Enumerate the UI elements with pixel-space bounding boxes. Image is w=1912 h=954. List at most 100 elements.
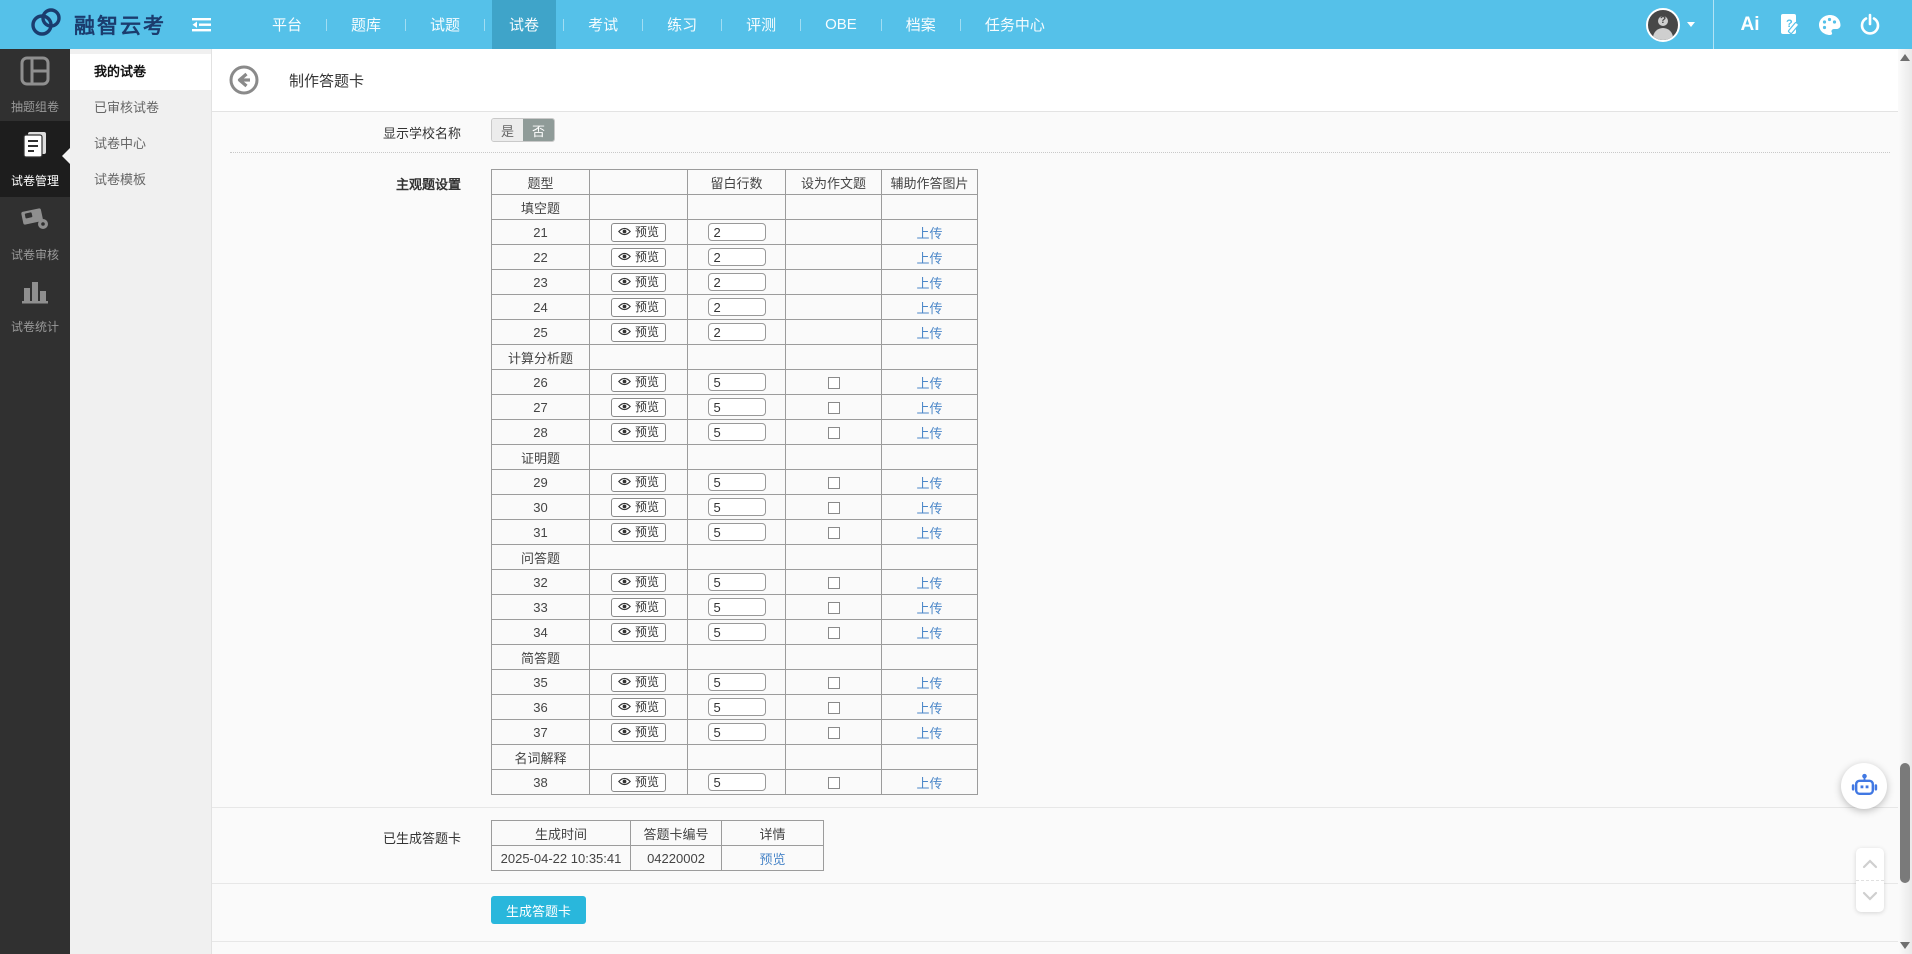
nav-item-OBE[interactable]: OBE xyxy=(808,0,874,49)
preview-button[interactable]: 预览 xyxy=(611,273,666,292)
preview-button[interactable]: 预览 xyxy=(611,498,666,517)
upload-link[interactable]: 上传 xyxy=(916,376,942,391)
submenu-item-试卷模板[interactable]: 试卷模板 xyxy=(70,162,211,198)
preview-button[interactable]: 预览 xyxy=(611,373,666,392)
blank-lines-input[interactable] xyxy=(708,623,766,641)
upload-link[interactable]: 上传 xyxy=(916,526,942,541)
blank-lines-input[interactable] xyxy=(708,773,766,791)
submenu-item-已审核试卷[interactable]: 已审核试卷 xyxy=(70,90,211,126)
avatar[interactable]: ? xyxy=(1646,8,1680,42)
power-icon[interactable] xyxy=(1850,0,1890,49)
essay-checkbox[interactable] xyxy=(828,527,840,539)
preview-button[interactable]: 预览 xyxy=(611,223,666,242)
upload-link[interactable]: 上传 xyxy=(916,301,942,316)
upload-link[interactable]: 上传 xyxy=(916,676,942,691)
scroll-up-button[interactable] xyxy=(1856,848,1884,880)
blank-lines-input[interactable] xyxy=(708,248,766,266)
generated-preview-link[interactable]: 预览 xyxy=(759,852,785,867)
sidebar-item-试卷统计[interactable]: 试卷统计 xyxy=(0,269,70,341)
sidebar-item-试卷管理[interactable]: 试卷管理 xyxy=(0,121,70,197)
upload-link[interactable]: 上传 xyxy=(916,601,942,616)
blank-lines-input[interactable] xyxy=(708,223,766,241)
blank-lines-input[interactable] xyxy=(708,698,766,716)
blank-lines-input[interactable] xyxy=(708,423,766,441)
back-button[interactable] xyxy=(229,65,259,95)
upload-link[interactable]: 上传 xyxy=(916,501,942,516)
help-edit-icon[interactable]: ? xyxy=(1770,0,1810,49)
toggle-no-button[interactable]: 否 xyxy=(523,119,554,141)
essay-checkbox[interactable] xyxy=(828,702,840,714)
blank-lines-input[interactable] xyxy=(708,573,766,591)
nav-item-平台[interactable]: 平台 xyxy=(255,0,319,49)
upload-link[interactable]: 上传 xyxy=(916,476,942,491)
upload-link[interactable]: 上传 xyxy=(916,576,942,591)
essay-checkbox[interactable] xyxy=(828,477,840,489)
nav-item-档案[interactable]: 档案 xyxy=(889,0,953,49)
blank-lines-input[interactable] xyxy=(708,723,766,741)
upload-link[interactable]: 上传 xyxy=(916,251,942,266)
scrollbar-down-arrow[interactable] xyxy=(1900,942,1910,949)
preview-button[interactable]: 预览 xyxy=(611,573,666,592)
essay-checkbox[interactable] xyxy=(828,577,840,589)
essay-checkbox[interactable] xyxy=(828,677,840,689)
essay-checkbox[interactable] xyxy=(828,502,840,514)
ai-icon[interactable]: Ai xyxy=(1730,0,1770,49)
blank-lines-input[interactable] xyxy=(708,673,766,691)
nav-item-试题[interactable]: 试题 xyxy=(413,0,477,49)
user-menu[interactable]: ? xyxy=(1646,8,1695,42)
nav-item-题库[interactable]: 题库 xyxy=(334,0,398,49)
collapse-menu-icon[interactable] xyxy=(192,17,211,33)
blank-lines-input[interactable] xyxy=(708,598,766,616)
preview-button[interactable]: 预览 xyxy=(611,698,666,717)
preview-button[interactable]: 预览 xyxy=(611,773,666,792)
preview-button[interactable]: 预览 xyxy=(611,523,666,542)
essay-checkbox[interactable] xyxy=(828,727,840,739)
nav-item-试卷[interactable]: 试卷 xyxy=(492,0,556,49)
submenu-item-我的试卷[interactable]: 我的试卷 xyxy=(70,54,211,90)
preview-button[interactable]: 预览 xyxy=(611,723,666,742)
essay-checkbox[interactable] xyxy=(828,777,840,789)
upload-link[interactable]: 上传 xyxy=(916,326,942,341)
preview-button[interactable]: 预览 xyxy=(611,298,666,317)
submenu-item-试卷中心[interactable]: 试卷中心 xyxy=(70,126,211,162)
preview-button[interactable]: 预览 xyxy=(611,473,666,492)
upload-link[interactable]: 上传 xyxy=(916,776,942,791)
nav-item-考试[interactable]: 考试 xyxy=(571,0,635,49)
upload-link[interactable]: 上传 xyxy=(916,226,942,241)
preview-button[interactable]: 预览 xyxy=(611,598,666,617)
essay-checkbox[interactable] xyxy=(828,627,840,639)
preview-button[interactable]: 预览 xyxy=(611,623,666,642)
upload-link[interactable]: 上传 xyxy=(916,401,942,416)
nav-item-任务中心[interactable]: 任务中心 xyxy=(968,0,1062,49)
page-scrollbar[interactable] xyxy=(1898,49,1912,954)
preview-button[interactable]: 预览 xyxy=(611,398,666,417)
essay-checkbox[interactable] xyxy=(828,402,840,414)
generate-answer-sheet-button[interactable]: 生成答题卡 xyxy=(491,896,586,924)
essay-checkbox[interactable] xyxy=(828,377,840,389)
scrollbar-thumb[interactable] xyxy=(1900,763,1910,883)
preview-button[interactable]: 预览 xyxy=(611,423,666,442)
sidebar-item-试卷审核[interactable]: 试卷审核 xyxy=(0,197,70,269)
scroll-down-button[interactable] xyxy=(1856,881,1884,913)
blank-lines-input[interactable] xyxy=(708,523,766,541)
blank-lines-input[interactable] xyxy=(708,373,766,391)
blank-lines-input[interactable] xyxy=(708,498,766,516)
upload-link[interactable]: 上传 xyxy=(916,626,942,641)
brand[interactable]: 融智云考 xyxy=(0,5,166,44)
upload-link[interactable]: 上传 xyxy=(916,276,942,291)
upload-link[interactable]: 上传 xyxy=(916,726,942,741)
preview-button[interactable]: 预览 xyxy=(611,248,666,267)
nav-item-练习[interactable]: 练习 xyxy=(650,0,714,49)
essay-checkbox[interactable] xyxy=(828,427,840,439)
blank-lines-input[interactable] xyxy=(708,323,766,341)
nav-item-评测[interactable]: 评测 xyxy=(729,0,793,49)
essay-checkbox[interactable] xyxy=(828,602,840,614)
toggle-yes-button[interactable]: 是 xyxy=(492,119,523,141)
blank-lines-input[interactable] xyxy=(708,398,766,416)
sidebar-item-抽题组卷[interactable]: 抽题组卷 xyxy=(0,49,70,121)
ai-robot-button[interactable] xyxy=(1841,763,1887,809)
palette-icon[interactable] xyxy=(1810,0,1850,49)
preview-button[interactable]: 预览 xyxy=(611,323,666,342)
blank-lines-input[interactable] xyxy=(708,298,766,316)
scrollbar-up-arrow[interactable] xyxy=(1900,54,1910,61)
